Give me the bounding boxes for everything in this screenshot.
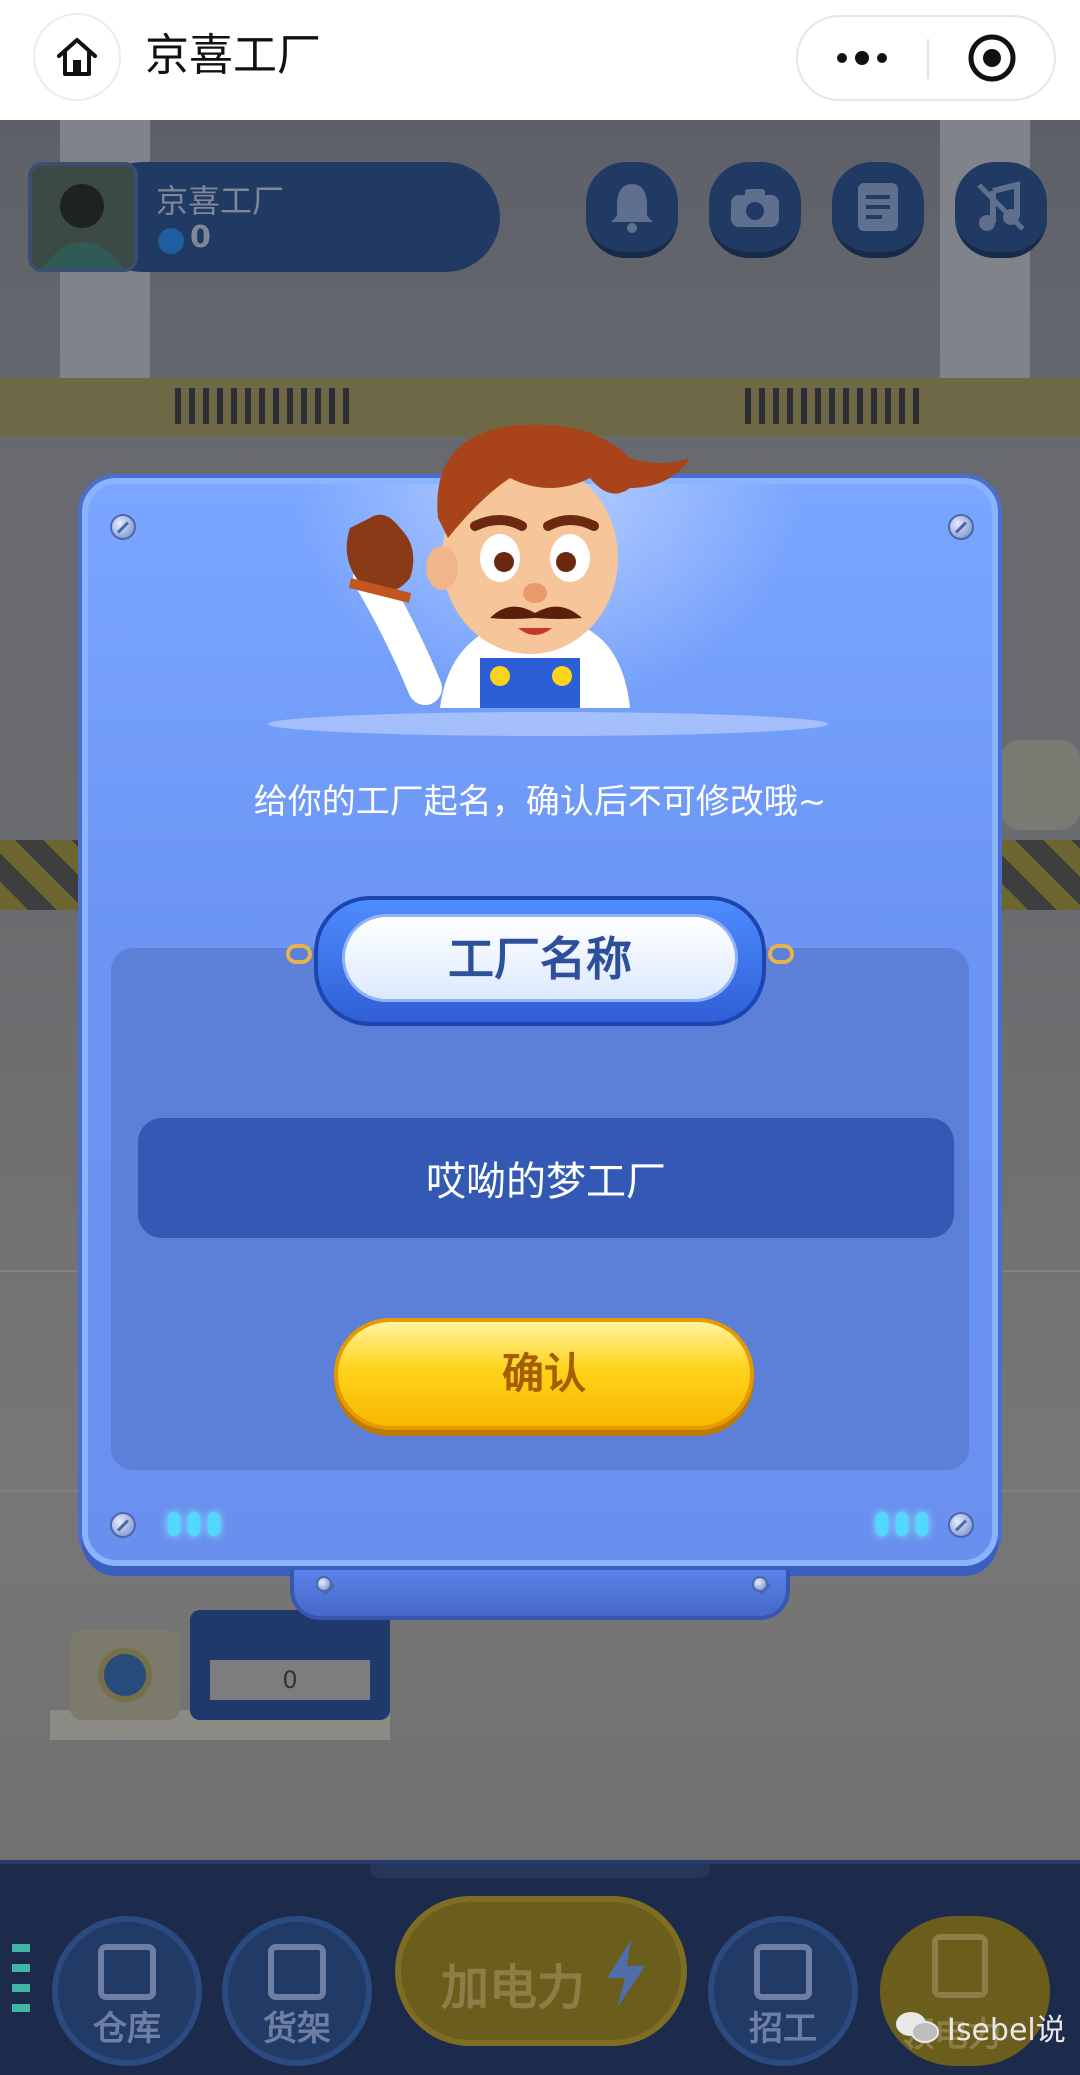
avatar[interactable] [28,162,138,272]
screw-decoration [948,514,974,540]
close-miniprogram-button[interactable] [929,17,1054,99]
screw-decoration [948,1512,974,1538]
bell-icon [611,184,653,233]
factory-name-label: 京喜工厂 [156,182,285,220]
indicator-lights [876,1512,936,1538]
checklist-icon [932,1934,988,1998]
notification-button[interactable] [586,162,678,258]
nav-shelf[interactable]: 货架 [222,1916,372,2066]
electricity-coin-icon [158,228,184,254]
nav-label: 仓库 [93,2009,161,2049]
music-off-icon [977,181,1025,231]
watermark: Isebel说 [895,2005,1066,2049]
more-button[interactable] [798,17,926,99]
camera-icon [731,189,779,227]
screw-decoration [110,514,136,540]
target-icon [968,34,1015,82]
page-title: 京喜工厂 [145,30,321,81]
side-indicator [12,1944,30,2014]
worker-character [1000,740,1080,830]
watermark-text: Isebel说 [947,2013,1066,2048]
screw-decoration [316,1576,332,1592]
profile-pill [88,162,500,272]
music-toggle-button[interactable] [955,162,1047,258]
nav-recruit[interactable]: 招工 [708,1916,858,2066]
player-profile[interactable]: 京喜工厂 0 [28,162,500,272]
nav-label: 招工 [749,2009,817,2049]
home-button[interactable] [33,13,121,101]
dialog-subtitle: 给你的工厂起名，确认后不可修改哦~ [253,782,827,822]
vent-decoration [745,388,925,424]
notes-button[interactable] [832,162,924,258]
warehouse-icon [98,1944,156,2000]
more-icon [837,51,887,65]
dialog-bottom-tab [290,1570,790,1620]
indicator-lights [168,1512,228,1538]
confirm-button[interactable]: 确认 [334,1318,754,1430]
shelf-icon [268,1944,326,2000]
home-icon [57,38,97,76]
wechat-top-bar: 京喜工厂 [0,0,1080,120]
wechat-icon [895,2010,939,2044]
machine-counter: 0 [210,1660,370,1700]
nav-add-power[interactable]: 加电力 [395,1896,687,2046]
wechat-capsule [796,15,1056,101]
nav-label: 货架 [263,2009,331,2049]
vent-decoration [175,388,355,424]
factory-name-input[interactable] [138,1118,954,1238]
mascot-shadow [268,712,828,736]
recruit-icon [754,1944,812,2000]
nav-warehouse[interactable]: 仓库 [52,1916,202,2066]
nav-tray [370,1864,710,1878]
plate-hook [768,944,794,964]
notes-icon [858,183,898,231]
camera-button[interactable] [709,162,801,258]
caution-stripe [1000,840,1080,910]
name-plate: 工厂名称 [286,896,794,1026]
lightning-icon [607,1940,645,2008]
production-machine[interactable]: 0 [50,1600,390,1760]
plate-hook [286,944,312,964]
lightning-icon [98,1648,152,1702]
screw-decoration [752,1576,768,1592]
avatar-image [32,166,134,268]
nav-label: 加电力 [441,1960,586,2016]
coin-count: 0 [190,220,211,255]
mascot-character [346,424,690,708]
plate-title: 工厂名称 [342,914,738,1002]
screw-decoration [110,1512,136,1538]
